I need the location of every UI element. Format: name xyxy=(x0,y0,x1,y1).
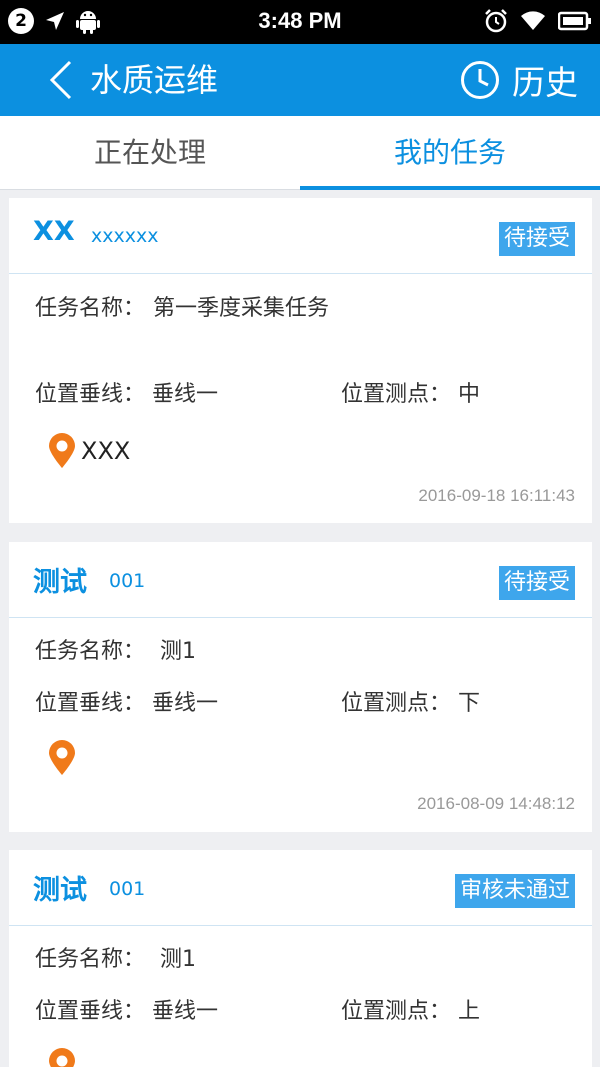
task-card-header: 测试 001 待接受 xyxy=(9,542,592,618)
task-site-code: 001 xyxy=(109,878,146,900)
task-name-value: 第一季度采集任务 xyxy=(153,296,330,321)
title-bar: 水质运维 历史 xyxy=(0,44,600,116)
task-date: 2016-09-18 16:11:43 xyxy=(418,486,575,505)
task-name-row: 任务名称： 测1 xyxy=(35,943,196,977)
vertical-label: 位置垂线： xyxy=(35,999,146,1024)
history-label: 历史 xyxy=(512,63,578,102)
wifi-icon xyxy=(521,11,545,30)
location-pin-icon xyxy=(49,433,75,468)
task-name-label: 任务名称： xyxy=(35,639,146,664)
task-card-header: 测试 001 审核未通过 xyxy=(9,850,592,926)
point-row: 位置测点： 下 xyxy=(341,687,480,721)
clock-icon xyxy=(461,61,499,99)
task-card[interactable]: XX xxxxxx 待接受 任务名称： 第一季度采集任务 位置垂线： 垂线一 位… xyxy=(9,198,592,523)
task-site-code: 001 xyxy=(109,570,146,592)
history-button[interactable]: 历史 xyxy=(460,56,578,104)
point-label: 位置测点： xyxy=(341,999,452,1024)
point-value: 下 xyxy=(458,691,481,716)
task-name-label: 任务名称： xyxy=(35,947,146,972)
page-title: 水质运维 xyxy=(90,61,219,99)
point-value: 上 xyxy=(458,999,481,1024)
vertical-row: 位置垂线： 垂线一 xyxy=(35,378,218,412)
task-card[interactable]: 测试 001 待接受 任务名称： 测1 位置垂线： 垂线一 位置测点： 下 20… xyxy=(9,542,592,832)
task-card-header: XX xxxxxx 待接受 xyxy=(9,198,592,274)
location-pin-icon xyxy=(49,740,75,775)
task-card[interactable]: 测试 001 审核未通过 任务名称： 测1 位置垂线： 垂线一 位置测点： 上 xyxy=(9,850,592,1067)
tab-in-progress[interactable]: 正在处理 xyxy=(0,116,300,190)
location-row[interactable]: XXX xyxy=(47,433,130,469)
status-badge: 待接受 xyxy=(498,566,575,600)
task-name-label: 任务名称： xyxy=(35,296,146,321)
point-row: 位置测点： 中 xyxy=(341,378,480,412)
vertical-row: 位置垂线： 垂线一 xyxy=(35,995,218,1029)
task-name-row: 任务名称： 第一季度采集任务 xyxy=(35,292,365,326)
task-site-name: 测试 xyxy=(33,875,87,906)
vertical-value: 垂线一 xyxy=(152,691,219,716)
point-label: 位置测点： xyxy=(341,691,452,716)
back-arrow-icon[interactable] xyxy=(42,58,82,102)
task-site-code: xxxxxx xyxy=(91,225,159,247)
tab-my-tasks[interactable]: 我的任务 xyxy=(300,116,600,190)
location-row[interactable] xyxy=(47,740,81,776)
location-row[interactable] xyxy=(47,1048,77,1067)
task-site-name: XX xyxy=(33,216,75,247)
point-row: 位置测点： 上 xyxy=(341,995,480,1029)
vertical-value: 垂线一 xyxy=(152,382,219,407)
task-name-value: 测1 xyxy=(160,639,197,664)
vertical-label: 位置垂线： xyxy=(35,691,146,716)
task-name-row: 任务名称： 测1 xyxy=(35,635,196,669)
task-name-value: 测1 xyxy=(160,947,197,972)
status-bar: 2 3:48 PM xyxy=(0,0,600,44)
tab-my-tasks-label: 我的任务 xyxy=(393,136,506,169)
task-date: 2016-08-09 14:48:12 xyxy=(417,794,575,813)
battery-icon xyxy=(558,11,591,31)
task-site-name: 测试 xyxy=(33,567,87,598)
location-pin-icon xyxy=(49,1048,75,1067)
point-value: 中 xyxy=(458,382,481,407)
vertical-value: 垂线一 xyxy=(152,999,219,1024)
location-text: XXX xyxy=(81,437,131,465)
active-tab-indicator xyxy=(300,186,600,190)
status-badge: 待接受 xyxy=(498,222,575,256)
vertical-label: 位置垂线： xyxy=(35,382,146,407)
status-badge: 审核未通过 xyxy=(454,874,575,908)
vertical-row: 位置垂线： 垂线一 xyxy=(35,687,218,721)
point-label: 位置测点： xyxy=(341,382,452,407)
alarm-icon xyxy=(485,9,507,33)
tab-bar: 正在处理 我的任务 xyxy=(0,116,600,190)
